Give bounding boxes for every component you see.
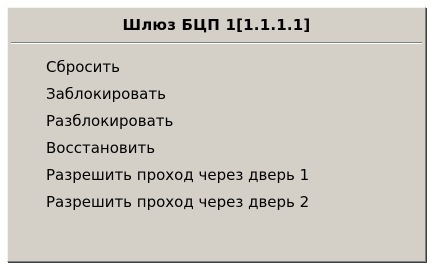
menu-item-lock[interactable]: Заблокировать [8,81,425,108]
menu-item-unlock[interactable]: Разблокировать [8,108,425,135]
menu-title: Шлюз БЦП 1[1.1.1.1] [122,16,311,34]
menu-item-allow-door-1[interactable]: Разрешить проход через дверь 1 [8,162,425,189]
context-menu: Шлюз БЦП 1[1.1.1.1] Сбросить Заблокирова… [7,7,426,262]
menu-item-restore[interactable]: Восстановить [8,135,425,162]
menu-items-list: Сбросить Заблокировать Разблокировать Во… [8,44,425,216]
menu-item-allow-door-2[interactable]: Разрешить проход через дверь 2 [8,189,425,216]
menu-item-reset[interactable]: Сбросить [8,54,425,81]
